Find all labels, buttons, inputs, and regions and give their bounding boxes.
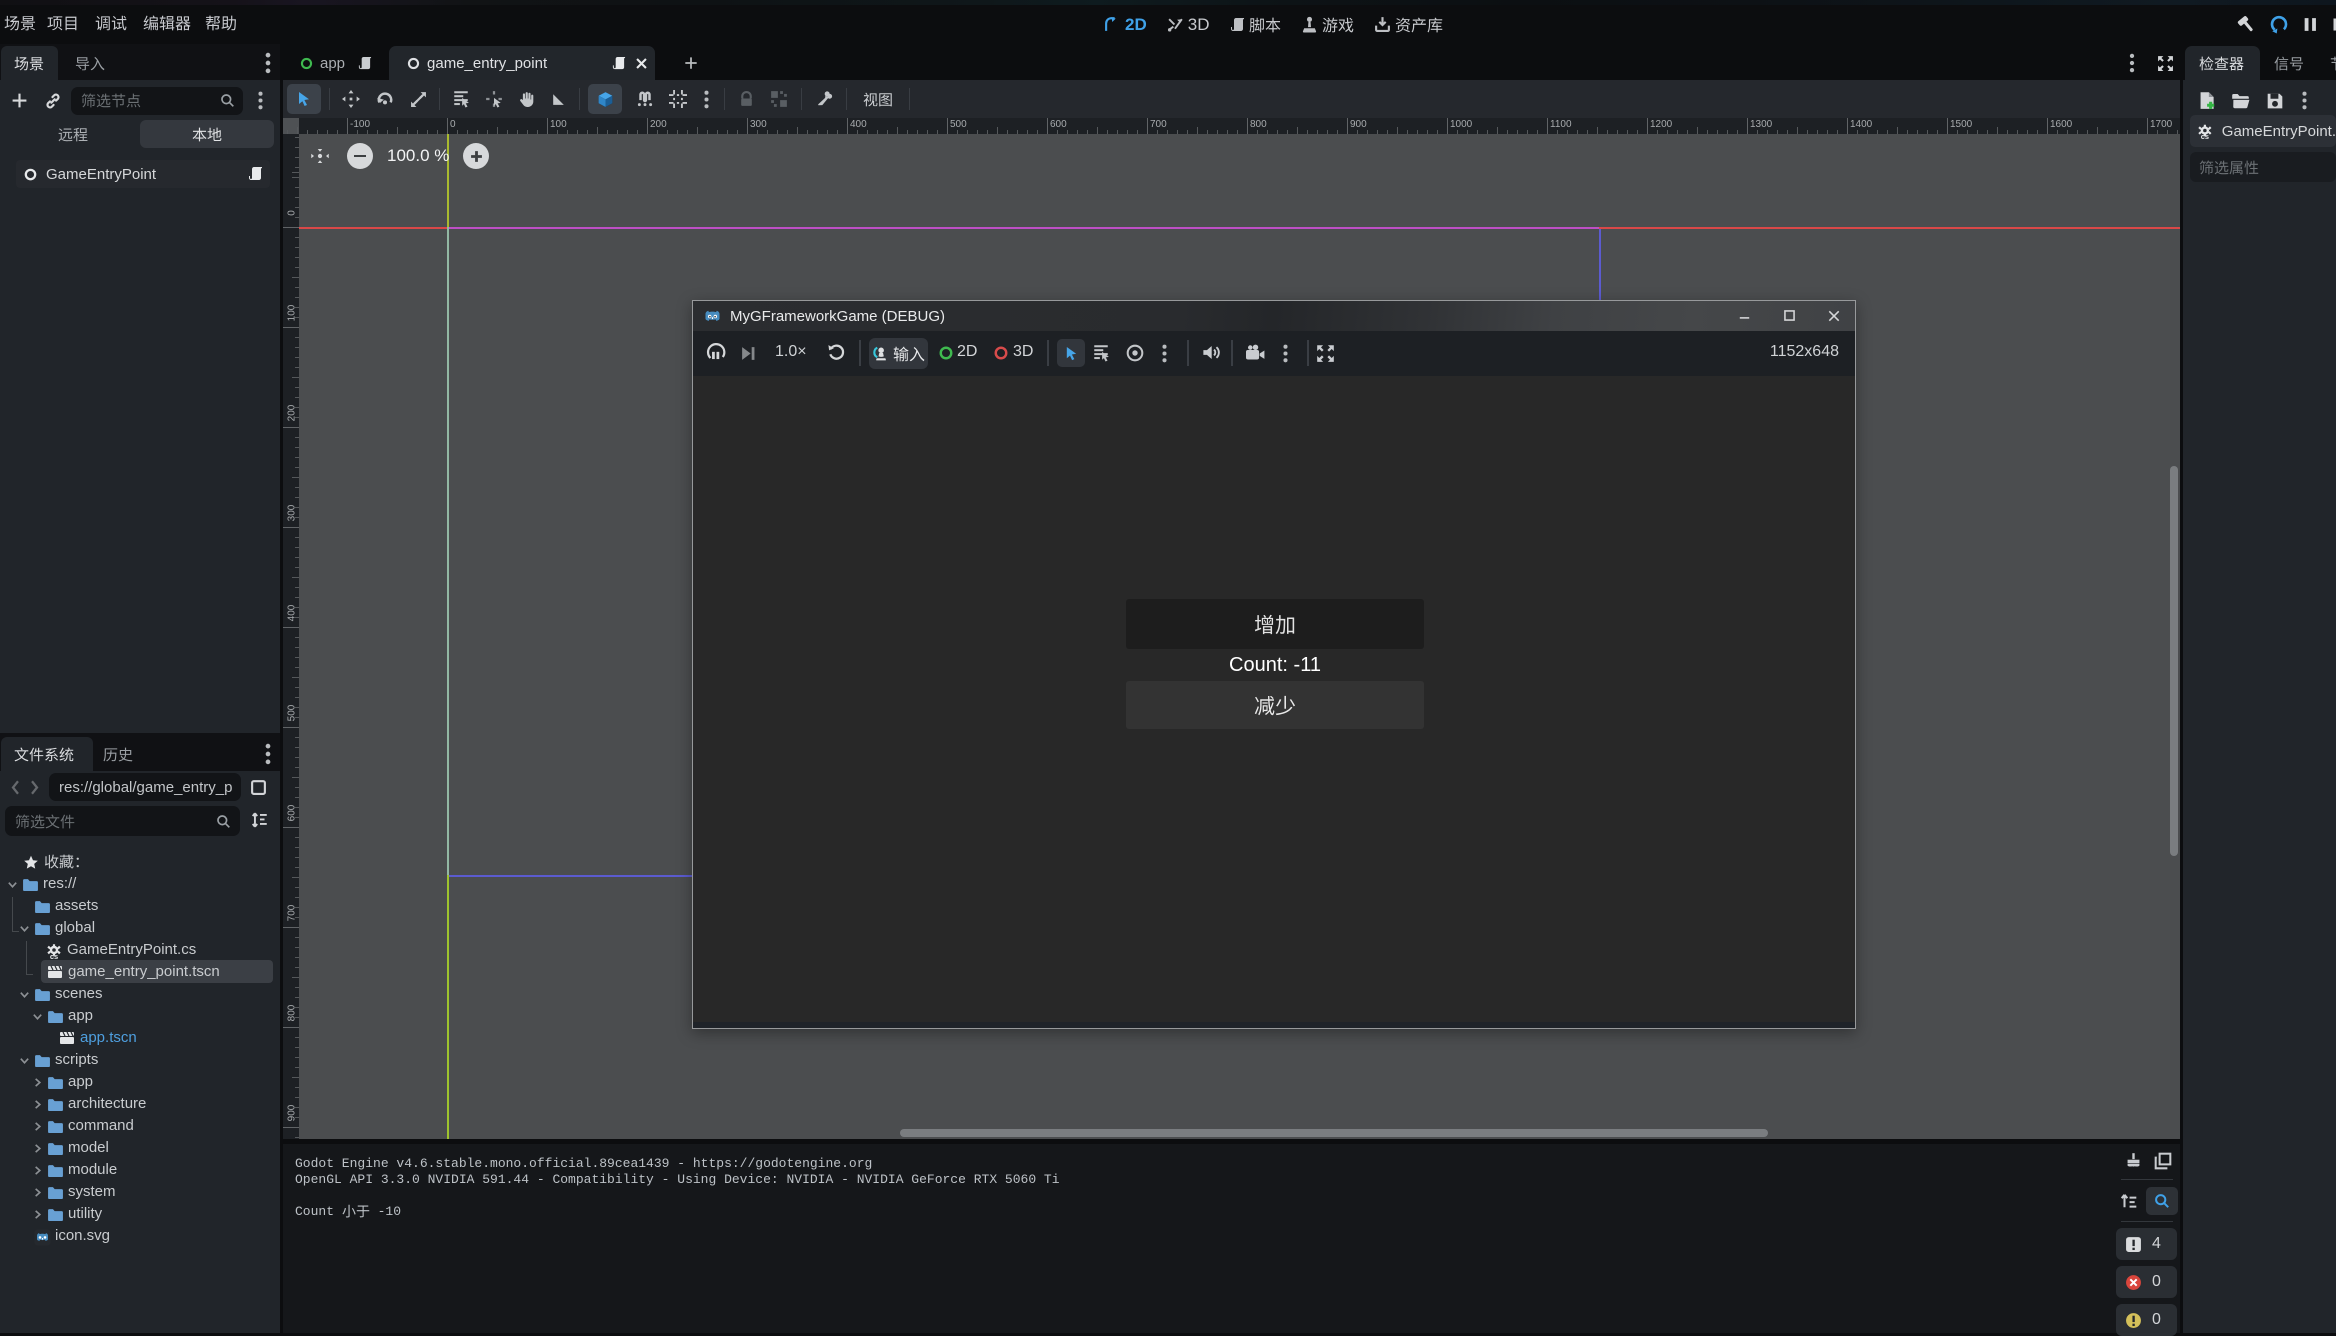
svg-text:900: 900 [287,1104,298,1121]
svg-text:800: 800 [287,1004,298,1021]
svg-text:cs: cs [50,952,58,959]
svg-text:cs: cs [2201,132,2209,140]
svg-text:200: 200 [287,404,298,421]
svg-text:100: 100 [287,304,298,321]
svg-text:600: 600 [287,804,298,821]
svg-text:500: 500 [287,704,298,721]
svg-text:700: 700 [287,904,298,921]
svg-text:0: 0 [287,210,298,216]
svg-text:300: 300 [287,504,298,521]
svg-text:400: 400 [287,604,298,621]
